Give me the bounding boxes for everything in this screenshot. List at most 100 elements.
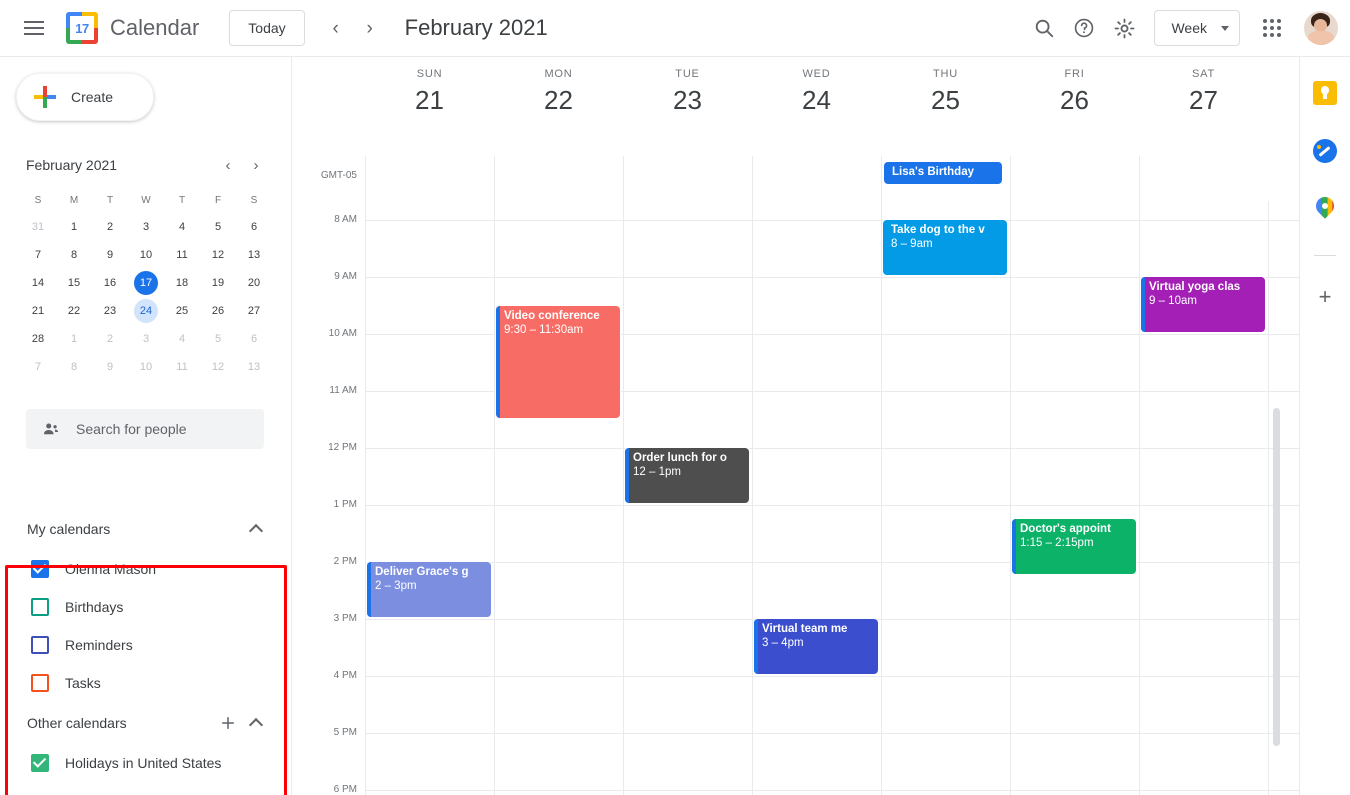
mini-calendar-day[interactable]: 7 <box>20 241 56 269</box>
day-header-sun[interactable]: SUN21 <box>365 57 494 156</box>
all-day-cell-6[interactable] <box>1139 156 1268 201</box>
day-header-tue[interactable]: TUE23 <box>623 57 752 156</box>
mini-calendar-next-icon[interactable]: › <box>242 151 270 179</box>
mini-calendar-day[interactable]: 9 <box>92 241 128 269</box>
other-calendars-collapse-chevron-up-icon[interactable] <box>242 709 270 737</box>
calendar-event[interactable]: Order lunch for o12 – 1pm <box>625 448 749 503</box>
day-header-mon[interactable]: MON22 <box>494 57 623 156</box>
day-header-fri[interactable]: FRI26 <box>1010 57 1139 156</box>
calendar-event[interactable]: Virtual team me3 – 4pm <box>754 619 878 674</box>
mini-calendar-day[interactable]: 26 <box>200 297 236 325</box>
mini-calendar-day[interactable]: 3 <box>128 325 164 353</box>
mini-calendar-day[interactable]: 13 <box>236 353 272 381</box>
mini-calendar-day[interactable]: 10 <box>128 241 164 269</box>
my-calendar-item[interactable]: Birthdays <box>5 588 290 626</box>
calendar-checkbox[interactable] <box>31 598 49 616</box>
all-day-event[interactable]: Lisa's Birthday <box>884 162 1002 184</box>
view-mode-selector[interactable]: Week <box>1154 10 1240 46</box>
google-maps-icon[interactable] <box>1316 197 1334 221</box>
mini-calendar-prev-icon[interactable]: ‹ <box>214 151 242 179</box>
my-calendar-item[interactable]: Reminders <box>5 626 290 664</box>
mini-calendar-day[interactable]: 1 <box>56 325 92 353</box>
mini-calendar-day[interactable]: 1 <box>56 213 92 241</box>
mini-calendar-day[interactable]: 25 <box>164 297 200 325</box>
my-calendars-header[interactable]: My calendars <box>5 508 290 550</box>
google-tasks-icon[interactable] <box>1313 139 1337 163</box>
mini-calendar-day[interactable]: 6 <box>236 325 272 353</box>
mini-calendar-day[interactable]: 4 <box>164 325 200 353</box>
other-calendars-header[interactable]: Other calendars <box>5 702 290 744</box>
mini-calendar-day[interactable]: 6 <box>236 213 272 241</box>
mini-calendar-day[interactable]: 16 <box>92 269 128 297</box>
mini-calendar-day[interactable]: 10 <box>128 353 164 381</box>
mini-calendar-day[interactable]: 5 <box>200 213 236 241</box>
gear-icon[interactable] <box>1104 8 1144 48</box>
mini-calendar-day[interactable]: 21 <box>20 297 56 325</box>
all-day-cell-0[interactable] <box>365 156 494 201</box>
mini-calendar-day[interactable]: 18 <box>164 269 200 297</box>
mini-calendar-day[interactable]: 19 <box>200 269 236 297</box>
all-day-cell-4[interactable]: Lisa's Birthday <box>881 156 1010 201</box>
calendar-event[interactable]: Video conference9:30 – 11:30am <box>496 306 620 418</box>
other-calendars-add-plus-icon[interactable] <box>214 709 242 737</box>
calendar-checkbox[interactable] <box>31 674 49 692</box>
day-header-wed[interactable]: WED24 <box>752 57 881 156</box>
mini-calendar-day[interactable]: 12 <box>200 353 236 381</box>
mini-calendar-day[interactable]: 22 <box>56 297 92 325</box>
mini-calendar-day[interactable]: 12 <box>200 241 236 269</box>
all-day-cell-2[interactable] <box>623 156 752 201</box>
next-week-icon[interactable]: › <box>353 11 387 45</box>
help-icon[interactable] <box>1064 8 1104 48</box>
mini-calendar-day[interactable]: 14 <box>20 269 56 297</box>
mini-calendar-day[interactable]: 8 <box>56 241 92 269</box>
add-addon-plus-icon[interactable]: + <box>1319 286 1332 308</box>
today-button[interactable]: Today <box>229 10 304 46</box>
mini-calendar-day[interactable]: 28 <box>20 325 56 353</box>
mini-calendar-day[interactable]: 9 <box>92 353 128 381</box>
day-header-thu[interactable]: THU25 <box>881 57 1010 156</box>
my-calendar-item[interactable]: Tasks <box>5 664 290 702</box>
calendar-event[interactable]: Virtual yoga clas9 – 10am <box>1141 277 1265 332</box>
mini-calendar-day[interactable]: 7 <box>20 353 56 381</box>
hamburger-menu-icon[interactable] <box>12 6 56 50</box>
calendar-event[interactable]: Doctor's appoint1:15 – 2:15pm <box>1012 519 1136 574</box>
mini-calendar-day[interactable]: 4 <box>164 213 200 241</box>
other-calendar-item[interactable]: Holidays in United States <box>5 744 290 782</box>
mini-calendar-day[interactable]: 15 <box>56 269 92 297</box>
vertical-scrollbar-thumb[interactable] <box>1273 408 1280 746</box>
mini-calendar-day[interactable]: 5 <box>200 325 236 353</box>
mini-calendar-day[interactable]: 13 <box>236 241 272 269</box>
mini-calendar-day[interactable]: 20 <box>236 269 272 297</box>
mini-calendar-day[interactable]: 11 <box>164 353 200 381</box>
time-grid-scroll-area[interactable]: 8 AM9 AM10 AM11 AM12 PM1 PM2 PM3 PM4 PM5… <box>292 201 1299 795</box>
mini-calendar-day[interactable]: 31 <box>20 213 56 241</box>
calendar-checkbox[interactable] <box>31 560 49 578</box>
mini-calendar-day[interactable]: 2 <box>92 325 128 353</box>
all-day-cell-1[interactable] <box>494 156 623 201</box>
apps-grid-icon[interactable] <box>1252 8 1292 48</box>
my-calendar-item[interactable]: Olenna Mason <box>5 550 290 588</box>
all-day-cell-5[interactable] <box>1010 156 1139 201</box>
mini-calendar-day[interactable]: 2 <box>92 213 128 241</box>
search-icon[interactable] <box>1024 8 1064 48</box>
mini-calendar-day[interactable]: 24 <box>128 297 164 325</box>
mini-calendar-day[interactable]: 17 <box>128 269 164 297</box>
mini-calendar-day[interactable]: 3 <box>128 213 164 241</box>
mini-calendar-day[interactable]: 8 <box>56 353 92 381</box>
calendar-event[interactable]: Take dog to the v8 – 9am <box>883 220 1007 275</box>
day-header-sat[interactable]: SAT27 <box>1139 57 1268 156</box>
mini-calendar-day[interactable]: 11 <box>164 241 200 269</box>
google-keep-icon[interactable] <box>1313 81 1337 105</box>
user-avatar[interactable] <box>1304 11 1338 45</box>
create-button[interactable]: Create <box>16 73 154 121</box>
calendar-event[interactable]: Deliver Grace's g2 – 3pm <box>367 562 491 617</box>
my-calendars-collapse-chevron-up-icon[interactable] <box>242 515 270 543</box>
previous-week-icon[interactable]: ‹ <box>319 11 353 45</box>
all-day-cell-3[interactable] <box>752 156 881 201</box>
search-people-input[interactable] <box>76 421 246 437</box>
calendar-checkbox[interactable] <box>31 636 49 654</box>
mini-calendar-day[interactable]: 23 <box>92 297 128 325</box>
calendar-checkbox[interactable] <box>31 754 49 772</box>
search-people-field[interactable] <box>26 409 264 449</box>
mini-calendar-day[interactable]: 27 <box>236 297 272 325</box>
